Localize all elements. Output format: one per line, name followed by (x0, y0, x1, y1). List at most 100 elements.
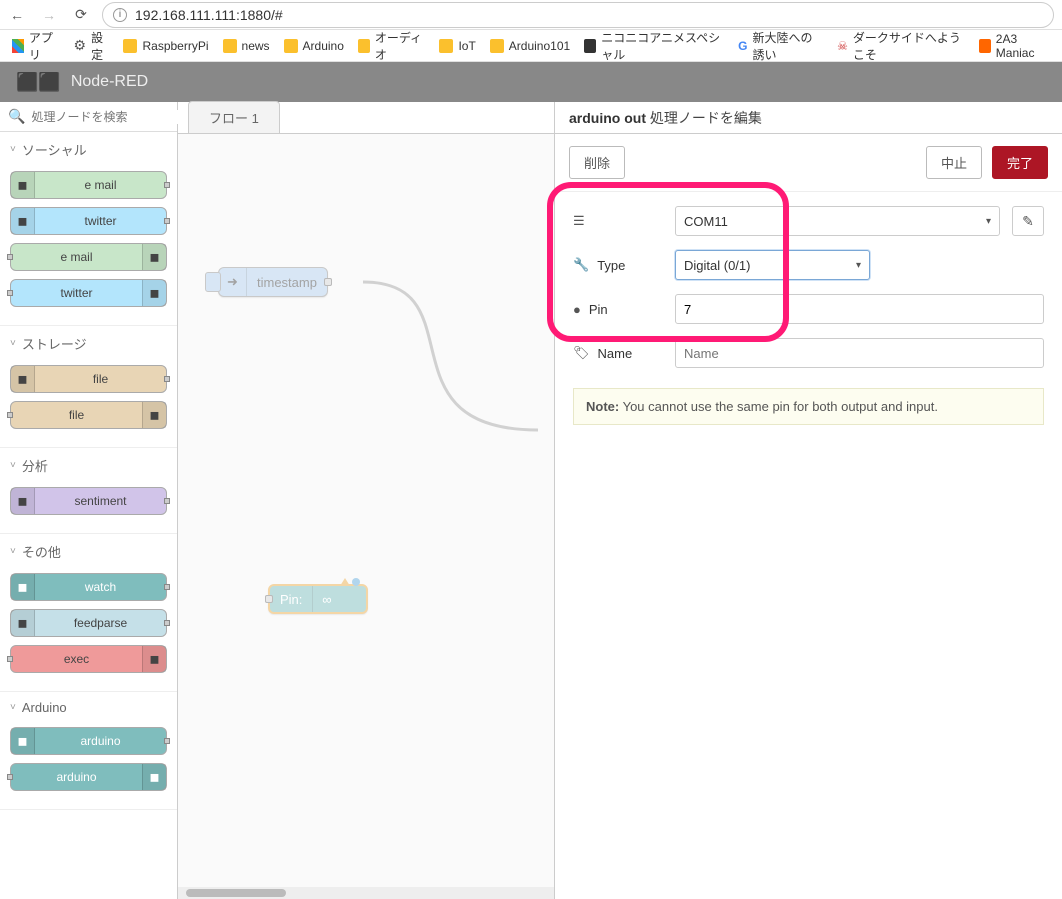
url-text: 192.168.111.111:1880/# (135, 7, 283, 23)
note-text: You cannot use the same pin for both out… (619, 399, 938, 414)
input-port (7, 656, 13, 662)
folder-icon (490, 39, 504, 53)
output-port (164, 498, 170, 504)
node-icon: ◼ (11, 574, 35, 600)
node-label: watch (35, 580, 166, 594)
palette-node[interactable]: ◼e mail (10, 171, 167, 199)
palette-search[interactable]: 🔍 (0, 102, 177, 132)
palette-node[interactable]: ◼file (10, 365, 167, 393)
node-label: timestamp (247, 275, 327, 290)
node-label: e mail (35, 178, 166, 192)
bookmark-folder[interactable]: Arduino (284, 39, 344, 53)
node-label: arduino (35, 734, 166, 748)
category-header[interactable]: ソーシャル (0, 132, 177, 167)
pin-input[interactable] (675, 294, 1044, 324)
google-icon: G (738, 39, 747, 53)
bookmark-link[interactable]: G新大陸への誘い (738, 29, 823, 63)
palette-node[interactable]: exec◼ (10, 645, 167, 673)
palette-node[interactable]: e mail◼ (10, 243, 167, 271)
node-label: feedparse (35, 616, 166, 630)
output-port (164, 738, 170, 744)
palette-sidebar: 🔍 ソーシャル◼e mail◼twittere mail◼twitter◼ストレ… (0, 102, 178, 899)
node-label: file (35, 372, 166, 386)
output-port[interactable] (324, 278, 332, 286)
palette-node[interactable]: ◼twitter (10, 207, 167, 235)
palette-node[interactable]: ◼sentiment (10, 487, 167, 515)
apps-icon (12, 39, 24, 53)
port-select[interactable]: COM11 (675, 206, 1000, 236)
palette-node[interactable]: ◼feedparse (10, 609, 167, 637)
cancel-button[interactable]: 中止 (926, 146, 982, 179)
done-button[interactable]: 完了 (992, 146, 1048, 179)
output-port (164, 218, 170, 224)
bookmark-folder[interactable]: news (223, 39, 270, 53)
form-note: Note: You cannot use the same pin for bo… (573, 388, 1044, 425)
bookmark-label: オーディオ (375, 29, 426, 63)
palette-category: 分析 ◼sentiment (0, 448, 177, 534)
category-header[interactable]: ストレージ (0, 326, 177, 361)
bookmark-apps[interactable]: アプリ (12, 29, 60, 63)
palette-category: その他◼watch◼feedparseexec◼ (0, 534, 177, 692)
folder-icon (223, 39, 237, 53)
search-icon: 🔍 (8, 108, 25, 125)
bookmark-label: 2A3 Maniac (996, 32, 1050, 60)
note-label: Note: (586, 399, 619, 414)
panel-action-row: 削除 中止 完了 (555, 134, 1062, 192)
bookmark-label: Arduino101 (509, 39, 570, 53)
inject-button-port[interactable] (205, 272, 221, 292)
category-header[interactable]: Arduino (0, 692, 177, 723)
edit-config-button[interactable]: ✎ (1012, 206, 1044, 236)
bookmark-folder[interactable]: IoT (439, 39, 475, 53)
bookmark-link[interactable]: ニコニコアニメスペシャル (584, 29, 724, 63)
node-type-name: arduino out (569, 110, 646, 126)
palette-node[interactable]: twitter◼ (10, 279, 167, 307)
timestamp-node[interactable]: ➜ timestamp (218, 267, 328, 297)
bookmark-folder[interactable]: RaspberryPi (123, 39, 208, 53)
palette-node[interactable]: file◼ (10, 401, 167, 429)
delete-button[interactable]: 削除 (569, 146, 625, 179)
panel-title: arduino out 処理ノードを編集 (555, 102, 1062, 134)
name-input[interactable] (675, 338, 1044, 368)
input-port (7, 774, 13, 780)
nico-icon (584, 39, 596, 53)
output-port (164, 182, 170, 188)
search-input[interactable] (31, 110, 186, 124)
category-header[interactable]: その他 (0, 534, 177, 569)
warning-icon (340, 578, 350, 586)
palette-node[interactable]: ◼watch (10, 573, 167, 601)
palette-node[interactable]: ◼arduino (10, 727, 167, 755)
node-label: sentiment (35, 494, 166, 508)
bookmark-link[interactable]: ☠ダークサイドへようこそ (837, 29, 965, 63)
flow-tab[interactable]: フロー 1 (188, 101, 280, 133)
type-value: Digital (0/1) (684, 258, 750, 273)
bookmark-label: Arduino (303, 39, 344, 53)
bookmark-folder[interactable]: オーディオ (358, 29, 426, 63)
forward-button[interactable]: → (40, 6, 58, 24)
bookmarks-bar: アプリ ⚙設定 RaspberryPi news Arduino オーディオ I… (0, 30, 1062, 62)
arduino-out-node[interactable]: Pin: ∞ (268, 584, 368, 614)
palette-node[interactable]: arduino◼ (10, 763, 167, 791)
palette-category: ソーシャル◼e mail◼twittere mail◼twitter◼ (0, 132, 177, 326)
back-button[interactable]: ← (8, 6, 26, 24)
browser-nav-bar: ← → ⟳ i 192.168.111.111:1880/# (0, 0, 1062, 30)
field-pin: ●Pin (573, 294, 1044, 324)
inject-icon: ➜ (219, 268, 247, 296)
canvas-hscrollbar[interactable] (178, 887, 554, 899)
bookmark-settings[interactable]: ⚙設定 (74, 29, 110, 63)
node-icon: ◼ (11, 208, 35, 234)
address-bar[interactable]: i 192.168.111.111:1880/# (102, 2, 1054, 28)
reload-button[interactable]: ⟳ (72, 6, 90, 24)
pin-label: ●Pin (573, 302, 663, 317)
bookmark-folder[interactable]: Arduino101 (490, 39, 570, 53)
field-type: 🔧Type Digital (0/1) (573, 250, 1044, 280)
edit-form: ☰ COM11 ✎ 🔧Type Digital (0/1) ●Pin 🏷Name… (555, 192, 1062, 439)
flow-canvas[interactable]: ➜ timestamp Pin: ∞ (178, 134, 554, 887)
name-label: 🏷Name (573, 345, 663, 361)
node-label: twitter (35, 214, 166, 228)
wrench-icon: 🔧 (573, 257, 589, 273)
bookmark-label: IoT (458, 39, 475, 53)
category-header[interactable]: 分析 (0, 448, 177, 483)
input-port[interactable] (265, 595, 273, 603)
type-select[interactable]: Digital (0/1) (675, 250, 870, 280)
bookmark-link[interactable]: 2A3 Maniac (979, 32, 1050, 60)
